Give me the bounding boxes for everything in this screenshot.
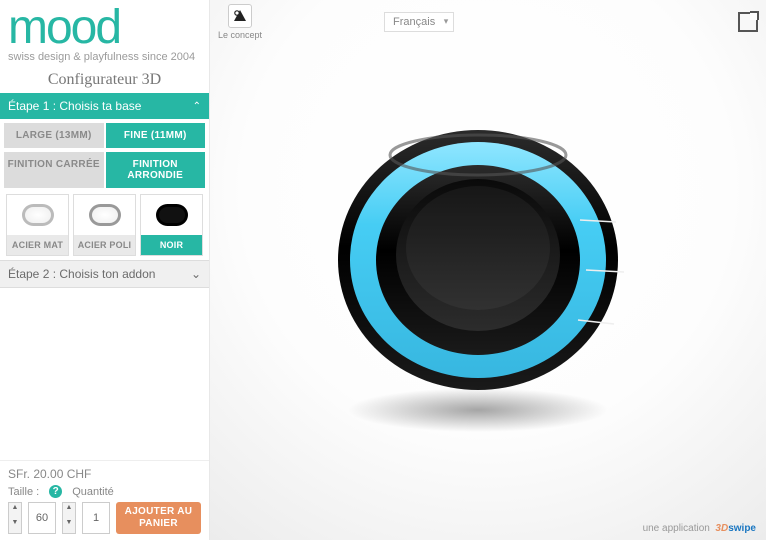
step1-header[interactable]: Étape 1 : Choisis ta base ⌃	[0, 93, 209, 119]
size-down-button[interactable]: ▼	[9, 518, 21, 533]
qty-label: Quantité	[72, 486, 114, 498]
step1-header-label: Étape 1 : Choisis ta base	[8, 99, 141, 113]
step2-header-label: Étape 2 : Choisis ton addon	[8, 267, 155, 281]
material-label: ACIER POLI	[74, 235, 135, 255]
credit-prefix: une application	[643, 523, 710, 534]
finish-arrondie-button[interactable]: FINITION ARRONDIE	[106, 152, 206, 188]
credit-3d: 3D	[715, 523, 728, 534]
size-large-button[interactable]: LARGE (13MM)	[4, 123, 104, 148]
chevron-up-icon: ⌃	[193, 101, 201, 112]
step2-header[interactable]: Étape 2 : Choisis ton addon ⌄	[0, 260, 209, 288]
size-fine-button[interactable]: FINE (11MM)	[106, 123, 206, 148]
material-acier-mat[interactable]: ACIER MAT	[6, 194, 69, 256]
material-label: NOIR	[141, 235, 202, 255]
page-title: Configurateur 3D	[0, 71, 209, 89]
credit-text: une application 3Dswipe	[643, 523, 756, 534]
ring-thumb-icon	[156, 204, 188, 226]
material-noir[interactable]: NOIR	[140, 194, 203, 256]
brand-logo: mood	[8, 6, 201, 49]
finish-carree-button[interactable]: FINITION CARRÉE	[4, 152, 104, 188]
credit-swipe: swipe	[728, 523, 756, 534]
size-value[interactable]: 60	[28, 502, 56, 534]
material-thumb	[74, 195, 135, 235]
qty-value[interactable]: 1	[82, 502, 110, 534]
concept-icon	[228, 4, 252, 28]
concept-button[interactable]: Le concept	[218, 4, 262, 40]
viewer-area[interactable]: Le concept Français	[210, 0, 766, 540]
brand-block: mood swiss design & playfulness since 20…	[0, 0, 209, 65]
ring-thumb-icon	[89, 204, 121, 226]
fullscreen-icon[interactable]	[738, 12, 758, 32]
material-thumb	[141, 195, 202, 235]
size-help-icon[interactable]: ?	[49, 485, 62, 498]
size-label: Taille :	[8, 486, 39, 498]
size-stepper[interactable]: ▲ ▼	[8, 502, 22, 534]
concept-label: Le concept	[218, 30, 262, 40]
material-acier-poli[interactable]: ACIER POLI	[73, 194, 136, 256]
language-selected: Français	[393, 16, 435, 28]
chevron-down-icon: ⌄	[191, 267, 201, 281]
material-thumb	[7, 195, 68, 235]
ring-thumb-icon	[22, 204, 54, 226]
material-label: ACIER MAT	[7, 235, 68, 255]
footer-panel: SFr. 20.00 CHF Taille : ? Quantité ▲ ▼ 6…	[0, 460, 209, 540]
qty-down-button[interactable]: ▼	[63, 518, 75, 533]
brand-tagline: swiss design & playfulness since 2004	[8, 51, 201, 63]
qty-up-button[interactable]: ▲	[63, 503, 75, 518]
price-text: SFr. 20.00 CHF	[8, 467, 201, 481]
size-up-button[interactable]: ▲	[9, 503, 21, 518]
language-select[interactable]: Français	[384, 12, 454, 32]
qty-stepper[interactable]: ▲ ▼	[62, 502, 76, 534]
sidebar: mood swiss design & playfulness since 20…	[0, 0, 210, 540]
add-to-cart-button[interactable]: AJOUTER AU PANIER	[116, 502, 201, 534]
ring-3d-view[interactable]	[328, 100, 648, 440]
